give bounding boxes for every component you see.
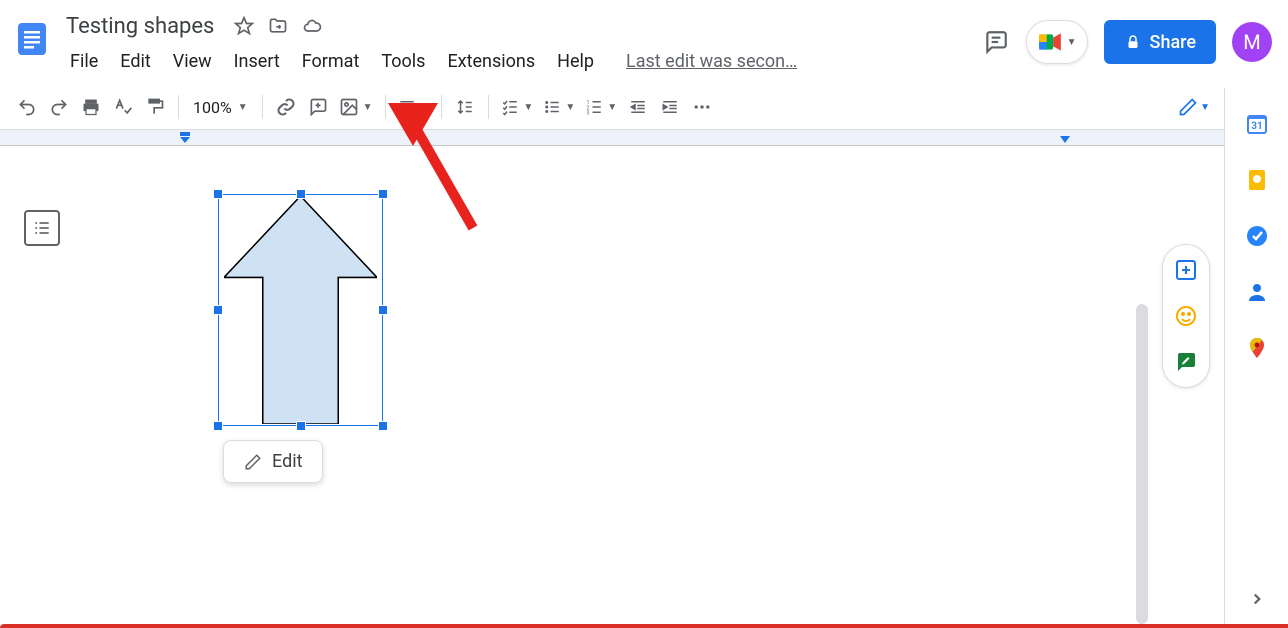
separator — [441, 95, 442, 119]
separator — [178, 95, 179, 119]
bulleted-list-button[interactable]: ▼ — [539, 92, 579, 122]
resize-handle[interactable] — [296, 421, 306, 431]
document-title[interactable]: Testing shapes — [60, 12, 220, 41]
zoom-select[interactable]: 100%▼ — [187, 98, 254, 117]
image-options-button[interactable]: ▼ — [335, 92, 377, 122]
selected-shape[interactable] — [218, 194, 383, 426]
chevron-down-icon: ▼ — [523, 102, 533, 113]
menu-edit[interactable]: Edit — [110, 47, 160, 76]
meet-button[interactable]: ▼ — [1026, 20, 1088, 64]
share-button[interactable]: Share — [1104, 20, 1216, 64]
svg-text:3: 3 — [587, 111, 590, 117]
separator — [262, 95, 263, 119]
left-indent-marker[interactable] — [178, 132, 192, 144]
chevron-down-icon: ▼ — [607, 102, 617, 113]
chevron-down-icon: ▼ — [238, 102, 248, 113]
resize-handle[interactable] — [296, 189, 306, 199]
keep-icon[interactable] — [1245, 168, 1269, 192]
menu-view[interactable]: View — [163, 47, 222, 76]
menu-extensions[interactable]: Extensions — [437, 47, 545, 76]
insert-link-button[interactable] — [271, 92, 301, 122]
resize-handle[interactable] — [378, 421, 388, 431]
right-indent-marker[interactable] — [1058, 136, 1072, 144]
vertical-scrollbar[interactable] — [1136, 304, 1148, 624]
decrease-indent-button[interactable] — [623, 92, 653, 122]
docs-logo[interactable] — [12, 12, 52, 66]
document-canvas[interactable]: Edit — [0, 146, 1218, 628]
chevron-down-icon: ▼ — [1200, 102, 1210, 113]
numbered-list-button[interactable]: 123▼ — [581, 92, 621, 122]
separator — [385, 95, 386, 119]
bottom-border — [0, 624, 1288, 628]
comment-history-icon[interactable] — [982, 28, 1010, 56]
more-tools-button[interactable] — [687, 92, 717, 122]
suggest-edits-rail-button[interactable] — [1173, 349, 1199, 375]
menu-format[interactable]: Format — [292, 47, 370, 76]
resize-handle[interactable] — [213, 305, 223, 315]
star-icon[interactable] — [234, 16, 254, 36]
meet-icon — [1037, 29, 1063, 55]
pencil-icon — [1178, 97, 1198, 117]
svg-text:31: 31 — [1251, 121, 1262, 132]
last-edit-link[interactable]: Last edit was secon… — [626, 51, 797, 72]
comment-rail — [1162, 244, 1210, 388]
side-panel: 31 — [1224, 88, 1288, 628]
edit-drawing-popup[interactable]: Edit — [223, 440, 323, 483]
resize-handle[interactable] — [213, 189, 223, 199]
toolbar: 100%▼ ▼ ▼ ▼ ▼ 123▼ ▼ — [0, 84, 1288, 130]
up-arrow-shape[interactable] — [224, 196, 377, 424]
chevron-down-icon: ▼ — [565, 102, 575, 113]
chevron-down-icon: ▼ — [420, 102, 430, 113]
add-comment-rail-button[interactable] — [1173, 257, 1199, 283]
cloud-status-icon[interactable] — [302, 16, 322, 36]
resize-handle[interactable] — [378, 305, 388, 315]
hide-side-panel-button[interactable] — [1248, 590, 1266, 612]
maps-icon[interactable] — [1245, 336, 1269, 360]
increase-indent-button[interactable] — [655, 92, 685, 122]
resize-handle[interactable] — [378, 189, 388, 199]
redo-button[interactable] — [44, 92, 74, 122]
move-folder-icon[interactable] — [268, 16, 288, 36]
edit-label: Edit — [272, 451, 302, 472]
undo-button[interactable] — [12, 92, 42, 122]
add-comment-button[interactable] — [303, 92, 333, 122]
show-outline-button[interactable] — [24, 210, 60, 246]
menu-file[interactable]: File — [60, 47, 108, 76]
menu-help[interactable]: Help — [547, 47, 604, 76]
spellcheck-button[interactable] — [108, 92, 138, 122]
lock-icon — [1124, 33, 1142, 51]
chevron-down-icon: ▼ — [1067, 37, 1077, 48]
share-label: Share — [1150, 32, 1196, 53]
pencil-icon — [244, 453, 262, 471]
paint-format-button[interactable] — [140, 92, 170, 122]
resize-handle[interactable] — [213, 421, 223, 431]
editing-mode-button[interactable]: ▼ — [1169, 92, 1219, 122]
print-button[interactable] — [76, 92, 106, 122]
contacts-icon[interactable] — [1245, 280, 1269, 304]
account-avatar[interactable]: M — [1232, 22, 1272, 62]
line-spacing-button[interactable] — [450, 92, 480, 122]
menu-insert[interactable]: Insert — [224, 47, 290, 76]
tasks-icon[interactable] — [1245, 224, 1269, 248]
checklist-button[interactable]: ▼ — [497, 92, 537, 122]
align-button[interactable]: ▼ — [394, 92, 434, 122]
ruler[interactable] — [0, 130, 1288, 146]
calendar-icon[interactable]: 31 — [1245, 112, 1269, 136]
chevron-down-icon: ▼ — [363, 102, 373, 113]
add-emoji-rail-button[interactable] — [1173, 303, 1199, 329]
menu-tools[interactable]: Tools — [371, 47, 435, 76]
separator — [488, 95, 489, 119]
